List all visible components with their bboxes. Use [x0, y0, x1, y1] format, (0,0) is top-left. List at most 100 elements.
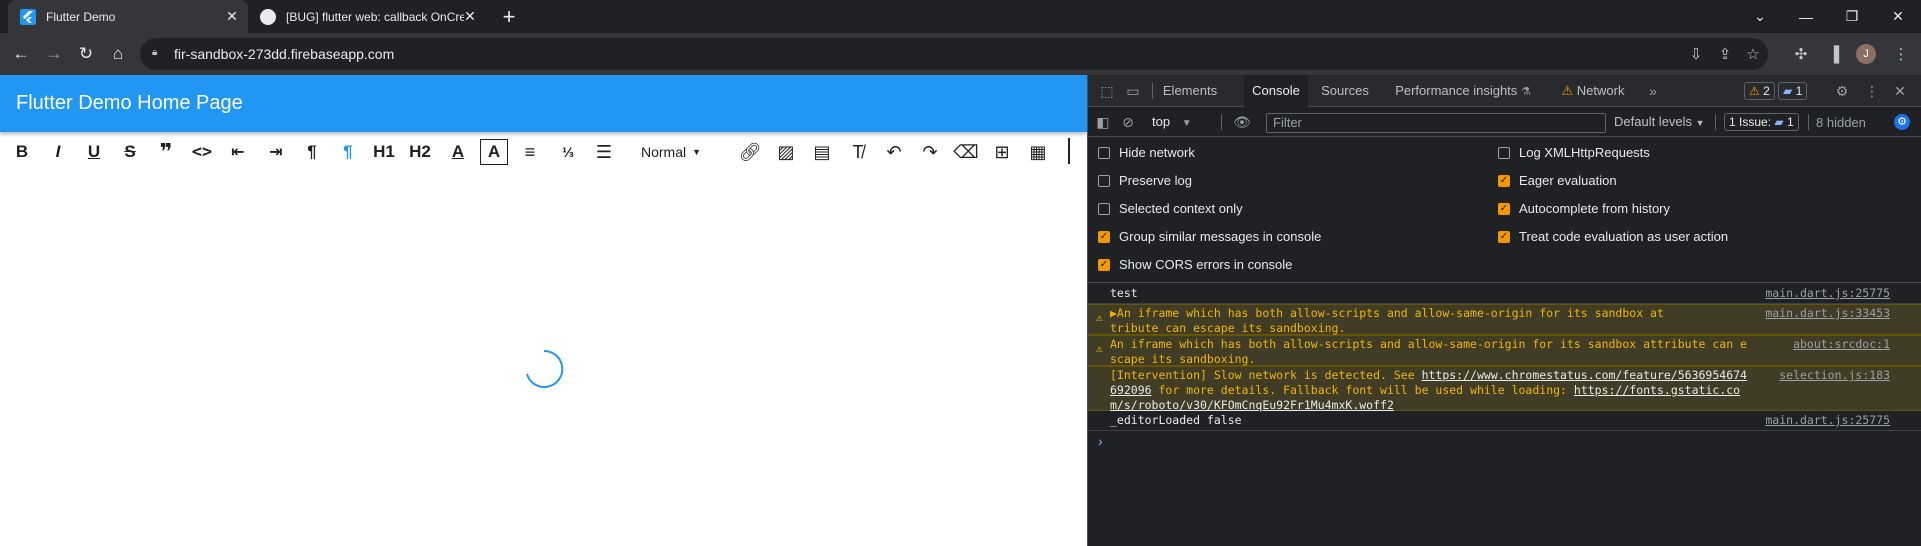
tab-label: Network — [1576, 83, 1625, 98]
close-tab-icon[interactable]: ✕ — [462, 8, 478, 24]
format-painter-icon[interactable]: ⌫ — [952, 139, 980, 165]
console-prompt[interactable]: › — [1088, 431, 1921, 451]
address-bar[interactable]: 🔒︎ fir-sandbox-273dd.firebaseapp.com ⇩ ⇪… — [140, 38, 1768, 70]
console-toolbar: ◧ ⊘ top ▼ 👁︎ Filter Default levels ▼ 1 I… — [1088, 107, 1921, 137]
italic-button[interactable]: I — [44, 139, 72, 165]
messages-badge[interactable]: ▰ 1 — [1778, 82, 1808, 100]
bullet-list-button[interactable]: ☰ — [590, 139, 618, 165]
forward-icon[interactable]: → — [43, 43, 65, 65]
reload-icon[interactable]: ↻ — [75, 43, 97, 65]
checkbox[interactable]: ✓ — [1098, 258, 1110, 271]
warnings-badge[interactable]: ⚠ 2 — [1744, 82, 1775, 100]
tab-sources[interactable]: Sources — [1314, 75, 1376, 107]
filter-input[interactable]: Filter — [1266, 113, 1606, 133]
style-select[interactable]: Normal ▼ — [636, 139, 706, 165]
clear-console-icon[interactable]: ⊘ — [1119, 113, 1137, 131]
message-source-link[interactable]: main.dart.js:33453 — [1765, 306, 1890, 321]
new-tab-button[interactable]: + — [496, 4, 522, 30]
tab-console[interactable]: Console — [1244, 75, 1308, 107]
context-select[interactable]: top ▼ — [1152, 114, 1192, 129]
checkbox[interactable]: ✓ — [1498, 202, 1510, 215]
close-window-icon[interactable]: ✕ — [1875, 0, 1921, 33]
share-icon[interactable]: ⇪ — [1714, 43, 1736, 65]
redo-icon[interactable]: ↷ — [916, 139, 944, 165]
sidebar-toggle-icon[interactable]: ◧ — [1094, 113, 1112, 131]
setting-hide-network[interactable]: Hide network — [1098, 145, 1195, 160]
more-tabs-icon[interactable]: » — [1644, 82, 1662, 100]
home-icon[interactable]: ⌂ — [107, 43, 129, 65]
setting-eager-evaluation[interactable]: ✓ Eager evaluation — [1498, 173, 1617, 188]
checkbox[interactable] — [1098, 202, 1110, 215]
gear-icon[interactable]: ⚙ — [1833, 82, 1851, 100]
flask-icon: ⚗ — [1520, 86, 1531, 98]
align-button[interactable]: ≡ — [516, 139, 544, 165]
video-icon[interactable]: ▤ — [808, 139, 836, 165]
table-edit-icon[interactable]: ▦ — [1024, 139, 1052, 165]
close-devtools-icon[interactable]: ✕ — [1891, 82, 1909, 100]
setting-show-cors-errors-in-console[interactable]: ✓ Show CORS errors in console — [1098, 257, 1292, 272]
checkbox[interactable]: ✓ — [1498, 174, 1510, 187]
restore-icon[interactable]: ❐ — [1829, 0, 1875, 33]
inspect-element-icon[interactable]: ⬚ — [1098, 82, 1116, 100]
message-source-link[interactable]: about:srcdoc:1 — [1793, 337, 1890, 352]
indent-increase-button[interactable]: ⇥ — [262, 139, 290, 165]
strikethrough-button[interactable]: S — [116, 139, 144, 165]
bookmark-star-icon[interactable]: ☆ — [1742, 43, 1764, 65]
checkbox[interactable]: ✓ — [1098, 230, 1110, 243]
message-text: [Intervention] Slow network is detected.… — [1110, 368, 1750, 413]
checkbox-label: Show CORS errors in console — [1119, 257, 1293, 272]
eye-icon[interactable]: 👁︎ — [1233, 113, 1251, 131]
table-add-icon[interactable]: ⊞ — [988, 139, 1016, 165]
checkbox[interactable] — [1098, 174, 1110, 187]
setting-log-xmlhttprequests[interactable]: Log XMLHttpRequests — [1498, 145, 1650, 160]
bold-button[interactable]: B — [8, 139, 36, 165]
ordered-list-button[interactable]: ⅓ — [554, 139, 582, 165]
message-source-link[interactable]: main.dart.js:25775 — [1765, 286, 1890, 301]
menu-kebab-icon[interactable]: ⋮ — [1890, 43, 1912, 65]
tab-elements[interactable]: Elements — [1158, 75, 1222, 107]
tab-network[interactable]: ⚠ Network — [1548, 75, 1638, 107]
rtl-button[interactable]: ¶ — [334, 139, 362, 165]
code-button[interactable]: <> — [188, 139, 216, 165]
console-settings-gear-icon[interactable]: ⚙ — [1894, 114, 1910, 130]
image-icon[interactable]: ▨ — [772, 139, 800, 165]
levels-select[interactable]: Default levels ▼ — [1614, 114, 1705, 129]
h2-button[interactable]: H2 — [406, 139, 434, 165]
message-source-link[interactable]: selection.js:183 — [1779, 368, 1890, 383]
background-color-button[interactable]: A — [480, 139, 508, 165]
message-source-link[interactable]: main.dart.js:25775 — [1765, 413, 1890, 428]
setting-group-similar-messages-in-console[interactable]: ✓ Group similar messages in console — [1098, 229, 1321, 244]
underline-button[interactable]: U — [80, 139, 108, 165]
ltr-button[interactable]: ¶ — [298, 139, 326, 165]
tab-search-icon[interactable]: ⌄ — [1737, 0, 1783, 33]
tab-github-issue[interactable]: [BUG] flutter web: callback OnCre ✕ — [250, 0, 486, 33]
quote-button[interactable]: ❞ — [152, 139, 180, 165]
device-toolbar-icon[interactable]: ▭ — [1124, 82, 1142, 100]
indent-decrease-button[interactable]: ⇤ — [224, 139, 252, 165]
setting-treat-code-evaluation-as-user-action[interactable]: ✓ Treat code evaluation as user action — [1498, 229, 1728, 244]
side-panel-icon[interactable]: ▐ — [1823, 43, 1845, 65]
setting-selected-context-only[interactable]: Selected context only — [1098, 201, 1243, 216]
setting-autocomplete-from-history[interactable]: ✓ Autocomplete from history — [1498, 201, 1670, 216]
h1-button[interactable]: H1 — [370, 139, 398, 165]
close-tab-icon[interactable]: ✕ — [224, 8, 240, 24]
avatar[interactable]: J — [1856, 44, 1876, 64]
extensions-icon[interactable]: ✣ — [1790, 43, 1812, 65]
tab-performance-insights[interactable]: Performance insights ⚗ — [1388, 75, 1538, 107]
tab-flutter-demo[interactable]: Flutter Demo ✕ — [8, 0, 248, 33]
checkbox[interactable]: ✓ — [1498, 230, 1510, 243]
checkbox[interactable] — [1498, 146, 1510, 159]
undo-icon[interactable]: ↶ — [880, 139, 908, 165]
minimize-icon[interactable]: — — [1783, 0, 1829, 33]
install-icon[interactable]: ⇩ — [1685, 43, 1707, 65]
link-icon[interactable]: 🔗︎ — [736, 139, 764, 165]
setting-preserve-log[interactable]: Preserve log — [1098, 173, 1192, 188]
message-text[interactable]: ▶An iframe which has both allow-scripts … — [1110, 306, 1670, 336]
text-color-button[interactable]: A — [444, 139, 472, 165]
checkbox-label: Treat code evaluation as user action — [1519, 229, 1729, 244]
kebab-menu-icon[interactable]: ⋮ — [1863, 82, 1881, 100]
issues-button[interactable]: 1 Issue: ▰ 1 — [1724, 113, 1799, 131]
checkbox[interactable] — [1098, 146, 1110, 159]
clear-format-icon[interactable]: T̸ — [844, 139, 872, 165]
back-icon[interactable]: ← — [10, 43, 32, 65]
